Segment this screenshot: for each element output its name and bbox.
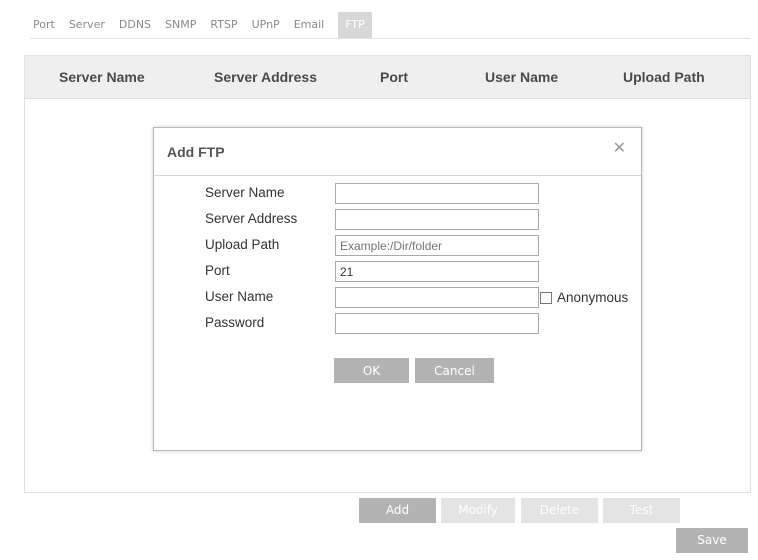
add-ftp-dialog: Add FTP ✕ Server Name Server Address Upl… [153, 127, 642, 451]
port-input[interactable] [335, 261, 539, 282]
ok-button[interactable]: OK [334, 358, 409, 383]
tab-rtsp[interactable]: RTSP [210, 12, 237, 38]
tab-ddns[interactable]: DDNS [119, 12, 151, 38]
test-button[interactable]: Test [603, 498, 680, 523]
tab-snmp[interactable]: SNMP [165, 12, 196, 38]
password-input[interactable] [335, 313, 539, 334]
dialog-divider [154, 175, 641, 176]
tab-server[interactable]: Server [69, 12, 105, 38]
anonymous-option[interactable]: Anonymous [540, 290, 628, 305]
tab-upnp[interactable]: UPnP [252, 12, 280, 38]
column-port: Port [380, 69, 408, 85]
column-user-name: User Name [485, 69, 559, 85]
anonymous-checkbox[interactable] [540, 291, 552, 304]
delete-button[interactable]: Delete [521, 498, 598, 523]
tab-ftp[interactable]: FTP [338, 12, 372, 38]
upload-path-label: Upload Path [205, 237, 280, 252]
add-button[interactable]: Add [359, 498, 436, 523]
password-label: Password [205, 315, 265, 330]
tab-divider [30, 38, 750, 39]
server-name-label: Server Name [205, 185, 285, 200]
column-upload-path: Upload Path [623, 69, 705, 85]
close-icon[interactable]: ✕ [613, 138, 626, 157]
save-button[interactable]: Save [676, 528, 748, 553]
upload-path-input[interactable] [335, 235, 539, 256]
column-server-address: Server Address [214, 69, 317, 85]
server-name-input[interactable] [335, 183, 539, 204]
modify-button[interactable]: Modify [441, 498, 515, 523]
table-header: Server Name Server Address Port User Nam… [25, 56, 750, 99]
tab-email[interactable]: Email [294, 12, 325, 38]
cancel-button[interactable]: Cancel [415, 358, 494, 383]
server-address-input[interactable] [335, 209, 539, 230]
server-address-label: Server Address [205, 211, 298, 226]
tab-port[interactable]: Port [33, 12, 55, 38]
user-name-input[interactable] [335, 287, 539, 308]
dialog-title: Add FTP [167, 144, 225, 160]
user-name-label: User Name [205, 289, 274, 304]
port-label: Port [205, 263, 230, 278]
tab-bar: Port Server DDNS SNMP RTSP UPnP Email FT… [33, 12, 372, 38]
anonymous-label: Anonymous [557, 290, 629, 305]
column-server-name: Server Name [59, 69, 145, 85]
